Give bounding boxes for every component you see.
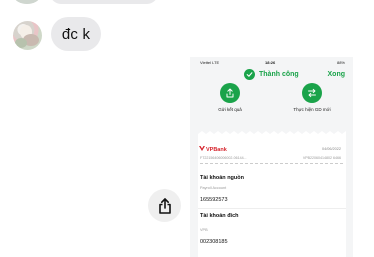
status-bar: Viettel LTE 18:26 88%	[190, 57, 353, 66]
share-button[interactable]	[148, 189, 181, 222]
message-text: đc k	[61, 25, 91, 43]
carrier-text: Viettel LTE	[200, 60, 220, 65]
transaction-ref-2: VPB22060414802 6466	[302, 156, 341, 160]
new-transaction-button[interactable]	[302, 83, 322, 103]
transaction-ref: FT22156406006002-06144...	[200, 156, 247, 160]
dest-account-title: Tài khoản đích	[200, 213, 239, 219]
done-button[interactable]: Xong	[328, 71, 346, 78]
dest-account-number: 002308185	[200, 239, 228, 245]
upload-icon	[226, 88, 234, 98]
source-account-title: Tài khoản nguồn	[200, 175, 244, 181]
new-transaction-label: Thực hiện GD mới	[293, 107, 331, 112]
battery-text: 88%	[336, 60, 345, 65]
transaction-date: 04/06/2022	[321, 147, 341, 151]
section-divider	[198, 208, 346, 209]
transaction-screenshot[interactable]: Viettel LTE 18:26 88% Thành công Xong Gử…	[190, 57, 353, 257]
previous-avatar	[14, 0, 40, 4]
divider	[200, 163, 343, 164]
bank-name: VPBank	[206, 147, 227, 153]
source-account-label: Payroll Account	[200, 186, 227, 190]
message-bubble[interactable]: đc k	[51, 17, 101, 51]
vpbank-logo-icon	[199, 146, 205, 151]
previous-message-bubble	[50, 0, 158, 4]
send-result-label: Gửi kết quả	[218, 107, 242, 112]
avatar-photo-icon	[15, 25, 39, 48]
dest-account-label: VPB	[200, 228, 208, 232]
swap-icon	[308, 88, 316, 98]
avatar[interactable]	[13, 21, 42, 50]
success-check-icon	[244, 69, 255, 80]
share-icon	[158, 197, 171, 214]
success-title: Thành công	[259, 71, 299, 78]
time-text: 18:26	[265, 60, 276, 65]
send-result-button[interactable]	[220, 83, 240, 103]
source-account-number: 165592573	[200, 197, 228, 203]
